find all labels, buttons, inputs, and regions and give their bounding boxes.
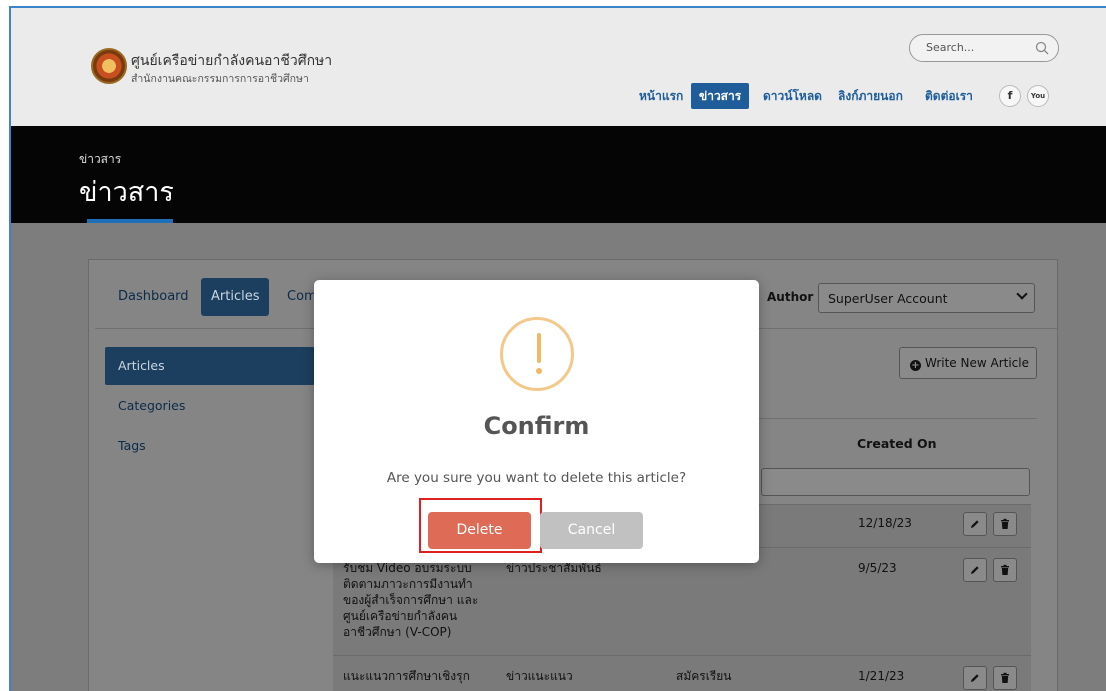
nav-contact[interactable]: ติดต่อเรา [925,83,973,109]
edit-button[interactable] [963,666,987,690]
plus-circle-icon: + [910,360,921,371]
edit-button[interactable] [963,512,987,536]
org-logo[interactable] [91,48,127,84]
chevron-down-icon [1016,288,1028,300]
site-header: ศูนย์เครือข่ายกำลังคนอาชีวศึกษา สำนักงาน… [11,8,1106,126]
sidebar-item-tags[interactable]: Tags [105,427,315,465]
row-created: 9/5/23 [858,561,897,575]
confirm-dialog: Confirm Are you sure you want to delete … [314,280,759,563]
row-status: สมัครเรียน [676,669,732,683]
breadcrumb[interactable]: ข่าวสาร [79,150,121,169]
delete-button[interactable] [993,558,1017,582]
trash-icon [1001,564,1009,575]
pencil-icon [971,520,979,528]
page-title: ข่าวสาร [79,177,174,208]
org-subtitle: สำนักงานคณะกรรมการการอาชีวศึกษา [131,73,309,85]
sidebar-item-articles[interactable]: Articles [105,347,315,385]
org-name[interactable]: ศูนย์เครือข่ายกำลังคนอาชีวศึกษา [131,50,332,72]
youtube-icon[interactable]: You [1027,85,1049,107]
row-title[interactable]: รับชม Video อบรมระบบติดตามภาวะการมีงานทำ… [343,560,493,640]
write-new-article-button[interactable]: + Write New Article [899,347,1037,379]
search-placeholder: Search... [926,41,975,54]
nav-external-links[interactable]: ลิงก์ภายนอก [838,83,903,109]
search-input[interactable]: Search... [909,34,1059,62]
nav-home[interactable]: หน้าแรก [639,83,683,109]
column-header-created-on[interactable]: Created On [857,436,937,451]
tab-dashboard[interactable]: Dashboard [108,278,199,316]
filter-input[interactable] [761,468,1030,496]
row-category: ข่าวแนะแนว [506,669,573,683]
edit-button[interactable] [963,558,987,582]
table-row: รับชม Video อบรมระบบติดตามภาวะการมีงานทำ… [333,547,1031,655]
trash-icon [1001,672,1009,683]
nav-news[interactable]: ข่าวสาร [691,83,750,109]
author-select[interactable]: SuperUser Account [818,283,1035,313]
row-created: 12/18/23 [858,516,912,530]
page-banner: ข่าวสาร ข่าวสาร [11,126,1106,223]
write-new-article-label: Write New Article [925,356,1029,370]
delete-button[interactable] [993,666,1017,690]
sidebar-item-categories[interactable]: Categories [105,387,315,425]
browser-frame: ศูนย์เครือข่ายกำลังคนอาชีวศึกษา สำนักงาน… [9,6,1106,691]
author-label: Author : [767,290,823,304]
author-selected-value: SuperUser Account [828,291,948,306]
dialog-title: Confirm [483,412,590,440]
warning-icon [500,317,574,391]
tab-articles[interactable]: Articles [201,278,270,316]
facebook-icon[interactable]: f [999,85,1021,107]
search-icon[interactable] [1035,41,1049,55]
nav-download[interactable]: ดาวน์โหลด [763,83,822,109]
confirm-delete-button[interactable]: Delete [428,512,531,549]
table-row: แนะแนวการศึกษาเชิงรุก ข่าวแนะแนว สมัครเร… [333,655,1031,691]
dialog-message: Are you sure you want to delete this art… [386,470,687,486]
cancel-button[interactable]: Cancel [540,512,643,549]
row-created: 1/21/23 [858,669,905,683]
delete-button[interactable] [993,512,1017,536]
row-title[interactable]: แนะแนวการศึกษาเชิงรุก [343,668,470,684]
pencil-icon [971,566,979,574]
pencil-icon [971,674,979,682]
trash-icon [1001,518,1009,529]
